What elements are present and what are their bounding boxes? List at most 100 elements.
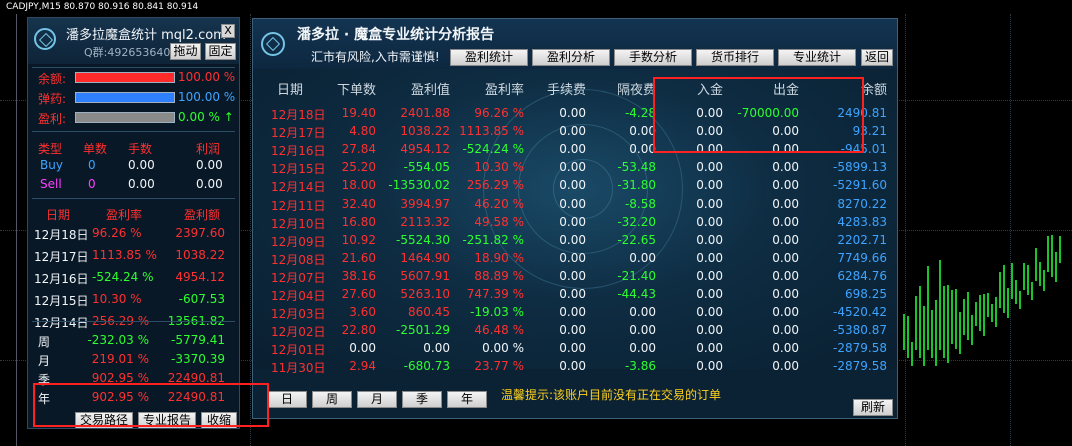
tab-profit-stats[interactable]: 盈利统计 <box>450 49 528 66</box>
table-cell: 19.40 <box>341 106 376 120</box>
price-candle <box>903 314 905 350</box>
price-candle <box>927 266 929 350</box>
table-cell: 5607.91 <box>400 268 450 283</box>
table-cell: -5291.60 <box>833 178 887 193</box>
tab-currency-ranking[interactable]: 货币排行 <box>696 49 774 66</box>
day-date: 12月16日 <box>34 272 89 286</box>
table-cell: 1464.90 <box>400 250 450 265</box>
table-cell: 0.00 % <box>482 341 524 356</box>
price-candle <box>907 316 909 358</box>
table-cell: 0.00 <box>559 341 586 356</box>
table-cell: 32.40 <box>341 196 376 211</box>
table-cell: -32.20 <box>617 214 656 229</box>
table-cell: 12月02日 <box>271 325 326 340</box>
table-cell: 23.77 % <box>474 359 524 374</box>
table-header-4[interactable]: 手续费 <box>547 79 586 98</box>
table-cell: 0.00 <box>629 341 656 356</box>
table-cell: 7749.66 <box>837 250 887 265</box>
period-button-2[interactable]: 月 <box>357 391 397 408</box>
table-cell: 4.80 <box>349 124 376 139</box>
table-header-1[interactable]: 下单数 <box>337 79 376 98</box>
table-cell: 12月08日 <box>271 252 326 267</box>
table-header-2[interactable]: 盈利值 <box>411 79 450 98</box>
table-cell: -5524.30 <box>396 232 450 247</box>
table-cell: 49.58 % <box>474 214 524 229</box>
table-cell: 0.00 <box>696 196 723 211</box>
refresh-button[interactable]: 刷新 <box>853 399 893 416</box>
fix-button[interactable]: 固定 <box>205 43 236 60</box>
price-candle <box>979 295 981 331</box>
table-header-3[interactable]: 盈利率 <box>485 79 524 98</box>
table-cell: -13530.02 <box>388 178 450 193</box>
price-candle <box>915 296 917 350</box>
period-button-4[interactable]: 年 <box>447 391 487 408</box>
table-cell: 46.48 % <box>474 323 524 338</box>
price-candle <box>1031 282 1033 300</box>
table-cell: -5380.87 <box>833 323 887 338</box>
table-cell: 0.00 <box>696 305 723 320</box>
chart-title: CADJPY,M15 80.870 80.916 80.841 80.914 <box>0 0 1072 14</box>
pos-type-sell: Sell <box>40 177 62 191</box>
period-label: 周 <box>38 335 51 349</box>
table-cell: 12月14日 <box>271 180 326 195</box>
price-candle <box>1051 235 1053 277</box>
left-panel-title: 潘多拉魔盒统计 mql2.com <box>66 28 226 43</box>
table-cell: -31.80 <box>617 178 656 193</box>
left-panel-header[interactable]: 潘多拉魔盒统计 mql2.com X Q群:492653640 拖动 固定 <box>28 18 239 64</box>
tab-pro-stats[interactable]: 专业统计 <box>778 49 856 66</box>
back-button[interactable]: 返回 <box>861 49 893 66</box>
pos-type-buy: Buy <box>40 158 63 172</box>
table-cell: -8.58 <box>624 196 656 211</box>
table-cell: 0.00 <box>423 341 450 356</box>
table-cell: 0.00 <box>696 341 723 356</box>
tab-lots-analysis[interactable]: 手数分析 <box>614 49 692 66</box>
table-cell: 12月09日 <box>271 234 326 249</box>
period-button-3[interactable]: 季 <box>402 391 442 408</box>
table-cell: 4283.83 <box>837 214 887 229</box>
period-button-0[interactable]: 日 <box>267 391 307 408</box>
stat-label-profit: 盈利: <box>38 112 67 126</box>
table-cell: 2.94 <box>349 359 376 374</box>
stat-value-profit: 0.00 % ↑ <box>178 110 234 124</box>
table-cell: -2879.58 <box>833 359 887 374</box>
table-cell: -3.86 <box>624 359 656 374</box>
table-cell: 3994.97 <box>400 196 450 211</box>
table-cell: -21.40 <box>617 268 656 283</box>
day-amount: -607.53 <box>178 292 225 306</box>
divider <box>32 67 235 68</box>
table-cell: 38.16 <box>341 268 376 283</box>
period-button-1[interactable]: 周 <box>312 391 352 408</box>
price-candles <box>895 180 1072 446</box>
price-candle <box>939 260 941 350</box>
price-candle <box>1055 252 1057 282</box>
tab-profit-analysis[interactable]: 盈利分析 <box>532 49 610 66</box>
table-header-5[interactable]: 隔夜费 <box>617 79 656 98</box>
bar-fill <box>76 73 174 82</box>
table-cell: 12月10日 <box>271 216 326 231</box>
table-cell: 0.00 <box>696 160 723 175</box>
pos-count-buy: 0 <box>88 158 96 172</box>
highlight-box-year <box>33 383 269 427</box>
price-candle <box>963 299 965 335</box>
table-cell: 0.00 <box>559 106 586 120</box>
table-header-0[interactable]: 日期 <box>277 79 303 98</box>
ammo-bar <box>75 92 175 103</box>
table-cell: 2202.71 <box>837 232 887 247</box>
close-button[interactable]: X <box>221 24 235 38</box>
pos-lots-buy: 0.00 <box>128 158 155 172</box>
price-candle <box>991 304 993 322</box>
day-date: 12月15日 <box>34 294 89 308</box>
pos-header-count: 单数 <box>83 142 108 156</box>
price-candle <box>995 297 997 327</box>
table-cell: 0.00 <box>772 250 799 265</box>
table-cell: 0.00 <box>696 268 723 283</box>
table-cell: 0.00 <box>559 359 586 374</box>
price-candle <box>923 306 925 366</box>
table-cell: 12月01日 <box>271 343 326 358</box>
day-amount: 1038.22 <box>175 248 225 262</box>
table-cell: 0.00 <box>772 160 799 175</box>
stats-left-panel: 潘多拉魔盒统计 mql2.com X Q群:492653640 拖动 固定 余额… <box>27 17 240 429</box>
table-cell: -524.24 % <box>462 142 524 157</box>
drag-button[interactable]: 拖动 <box>170 43 201 60</box>
table-header-8[interactable]: 余额 <box>861 79 887 98</box>
